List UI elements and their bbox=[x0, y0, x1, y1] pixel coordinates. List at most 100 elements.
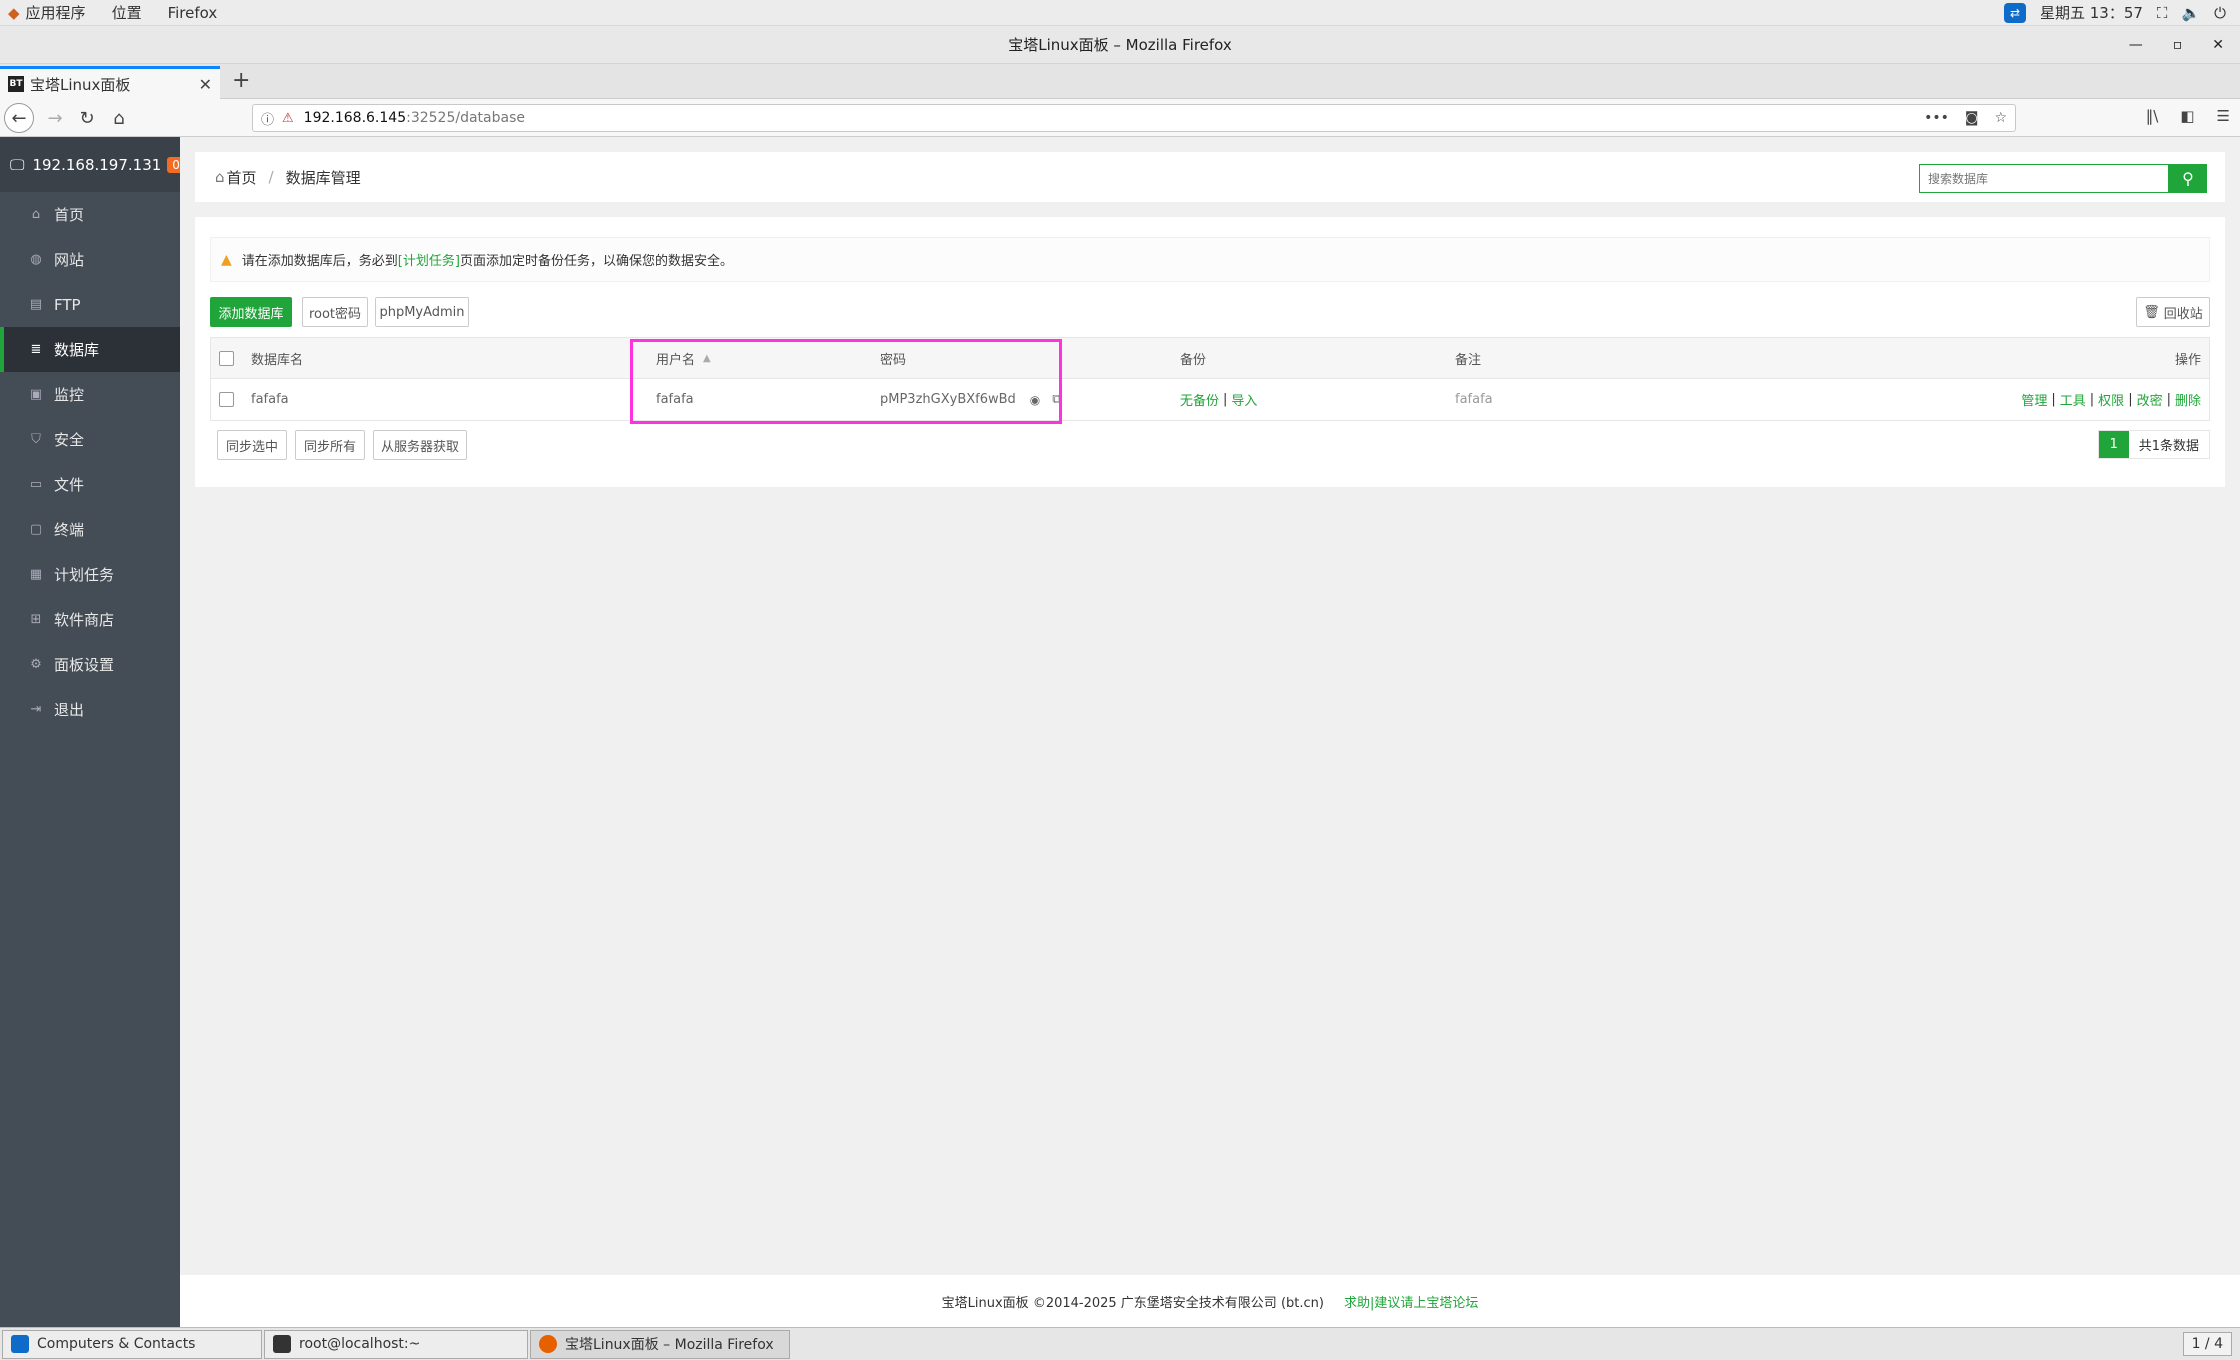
terminal-icon bbox=[273, 1335, 291, 1353]
sidebar-item-settings[interactable]: ⚙ 面板设置 bbox=[0, 642, 180, 687]
url-path: :32525/database bbox=[406, 110, 525, 126]
maximize-icon[interactable]: ▫ bbox=[2173, 37, 2183, 53]
folder-icon: ▭ bbox=[29, 477, 43, 492]
op-delete[interactable]: 删除 bbox=[2175, 390, 2201, 409]
footer-help-link[interactable]: 求助|建议请上宝塔论坛 bbox=[1344, 1292, 1478, 1311]
select-all-checkbox[interactable] bbox=[219, 351, 234, 366]
search-button[interactable]: ⚲ bbox=[2169, 164, 2207, 193]
back-icon[interactable]: ← bbox=[4, 103, 34, 133]
system-top-bar: ◆ 应用程序 位置 Firefox ⇄ 星期五 13：57 ⛶ 🔈 ⏻ bbox=[0, 0, 2240, 26]
root-password-button[interactable]: root密码 bbox=[302, 297, 368, 327]
sidebar-item-security[interactable]: ⛉ 安全 bbox=[0, 417, 180, 462]
sidebar-item-cron[interactable]: ▦ 计划任务 bbox=[0, 552, 180, 597]
more-icon[interactable]: ••• bbox=[1924, 110, 1949, 126]
sync-selected-button[interactable]: 同步选中 bbox=[217, 430, 287, 460]
pagination: 1 共1条数据 bbox=[2097, 430, 2210, 459]
globe-icon: ◍ bbox=[30, 252, 42, 267]
op-tools[interactable]: 工具 bbox=[2060, 390, 2086, 409]
power-icon[interactable]: ⏻ bbox=[2214, 4, 2226, 22]
fetch-from-server-button[interactable]: 从服务器获取 bbox=[373, 430, 467, 460]
op-manage[interactable]: 管理 bbox=[2021, 390, 2047, 409]
search-input[interactable] bbox=[1919, 164, 2169, 193]
phpmyadmin-button[interactable]: phpMyAdmin bbox=[375, 297, 469, 327]
eye-icon[interactable]: ◉ bbox=[1030, 393, 1040, 407]
forward-icon[interactable]: → bbox=[40, 103, 70, 133]
sidebar-item-database[interactable]: ≣ 数据库 bbox=[0, 327, 180, 372]
home-icon[interactable]: ⌂ bbox=[104, 103, 134, 133]
sidebar-item-ftp[interactable]: ▤ FTP bbox=[0, 282, 180, 327]
import-link[interactable]: 导入 bbox=[1231, 390, 1257, 409]
header-db-name[interactable]: 数据库名 bbox=[251, 338, 303, 379]
clock[interactable]: 星期五 13：57 bbox=[2040, 2, 2143, 23]
breadcrumb-home[interactable]: 首页 bbox=[227, 167, 257, 188]
database-search: ⚲ bbox=[1919, 164, 2207, 193]
header-password: 密码 bbox=[880, 353, 907, 368]
monitor-screen-icon: 🖵 bbox=[10, 155, 25, 174]
workspace-indicator[interactable]: 1 / 4 bbox=[2182, 1332, 2232, 1356]
sidebar-item-terminal[interactable]: ▢ 终端 bbox=[0, 507, 180, 552]
table-header: 数据库名 用户名 ▲ 密码 备份 备注 操作 bbox=[211, 338, 2209, 379]
teamviewer-icon[interactable]: ⇄ bbox=[2003, 2, 2026, 23]
new-tab-icon[interactable]: + bbox=[232, 68, 250, 93]
trash-icon: 🗑 bbox=[2143, 304, 2160, 320]
url-bar[interactable]: ⓘ ⚠ 192.168.6.145 :32525/database ••• ◙ … bbox=[252, 104, 2016, 132]
db-note[interactable]: fafafa bbox=[1455, 379, 1493, 420]
cron-link[interactable]: [计划任务] bbox=[398, 250, 460, 269]
table-row: fafafa fafafa pMP3zhGXyBXf6wBd ◉ ⧉ 无备份 |… bbox=[211, 379, 2209, 420]
close-tab-icon[interactable]: ✕ bbox=[199, 75, 212, 94]
page-footer: 宝塔Linux面板 ©2014-2025 广东堡塔安全技术有限公司 (bt.cn… bbox=[180, 1275, 2240, 1327]
shield-icon: ⛉ bbox=[31, 432, 41, 447]
ftp-icon: ▤ bbox=[29, 297, 43, 312]
total-count: 共1条数据 bbox=[2138, 439, 2199, 454]
sidebar-toggle-icon[interactable]: ◧ bbox=[2180, 107, 2194, 125]
sidebar-item-files[interactable]: ▭ 文件 bbox=[0, 462, 180, 507]
server-ip: 192.168.197.131 bbox=[32, 155, 162, 174]
calendar-icon: ▦ bbox=[29, 567, 43, 582]
breadcrumb: ⌂ 首页 / 数据库管理 ⚲ bbox=[195, 152, 2225, 202]
footer-copyright: 宝塔Linux面板 ©2014-2025 广东堡塔安全技术有限公司 (bt.cn… bbox=[941, 1295, 1324, 1311]
info-icon[interactable]: ⓘ bbox=[261, 109, 274, 128]
volume-icon[interactable]: 🔈 bbox=[2181, 4, 2200, 22]
op-change-password[interactable]: 改密 bbox=[2137, 390, 2163, 409]
sidebar-item-store[interactable]: ⊞ 软件商店 bbox=[0, 597, 180, 642]
menu-applications[interactable]: ◆ 应用程序 bbox=[0, 2, 99, 23]
no-backup-link[interactable]: 无备份 bbox=[1180, 390, 1219, 409]
copy-icon[interactable]: ⧉ bbox=[1052, 392, 1061, 407]
minimize-icon[interactable]: — bbox=[2129, 37, 2143, 53]
hamburger-menu-icon[interactable]: ☰ bbox=[2217, 107, 2230, 125]
terminal-icon: ▢ bbox=[29, 522, 43, 537]
menu-firefox[interactable]: Firefox bbox=[155, 4, 231, 22]
menu-places[interactable]: 位置 bbox=[99, 2, 155, 23]
db-name[interactable]: fafafa bbox=[251, 379, 289, 420]
library-icon[interactable]: ‖\ bbox=[2146, 107, 2159, 125]
close-window-icon[interactable]: ✕ bbox=[2212, 37, 2224, 53]
task-terminal[interactable]: root@localhost:~ bbox=[264, 1329, 528, 1359]
browser-tab[interactable]: BT 宝塔Linux面板 ✕ bbox=[0, 66, 220, 99]
bt-favicon-icon: BT bbox=[8, 76, 24, 92]
op-permissions[interactable]: 权限 bbox=[2098, 390, 2124, 409]
apps-icon: ◆ bbox=[8, 4, 20, 22]
url-host: 192.168.6.145 bbox=[303, 110, 407, 126]
row-checkbox[interactable] bbox=[219, 392, 234, 407]
sort-asc-icon: ▲ bbox=[703, 353, 711, 364]
task-teamviewer[interactable]: Computers & Contacts bbox=[2, 1329, 262, 1359]
tab-title: 宝塔Linux面板 bbox=[30, 75, 131, 94]
add-database-button[interactable]: 添加数据库 bbox=[210, 297, 292, 327]
page-1[interactable]: 1 bbox=[2098, 431, 2129, 458]
bookmark-star-icon[interactable]: ☆ bbox=[1994, 110, 2007, 126]
sync-all-button[interactable]: 同步所有 bbox=[295, 430, 365, 460]
pocket-icon[interactable]: ◙ bbox=[1965, 110, 1979, 126]
recycle-bin-button[interactable]: 🗑 回收站 bbox=[2136, 297, 2210, 327]
task-firefox[interactable]: 宝塔Linux面板 – Mozilla Firefox bbox=[530, 1329, 790, 1359]
network-icon[interactable]: ⛶ bbox=[2157, 4, 2168, 22]
sidebar-item-monitor[interactable]: ▣ 监控 bbox=[0, 372, 180, 417]
header-username[interactable]: 用户名 ▲ bbox=[656, 338, 711, 379]
sidebar-item-home[interactable]: ⌂ 首页 bbox=[0, 192, 180, 237]
server-host[interactable]: 🖵 192.168.197.131 0 bbox=[0, 137, 185, 192]
sidebar-item-logout[interactable]: ⇥ 退出 bbox=[0, 687, 180, 732]
reload-icon[interactable]: ↻ bbox=[72, 103, 102, 133]
sidebar-item-website[interactable]: ◍ 网站 bbox=[0, 237, 180, 282]
insecure-lock-icon[interactable]: ⚠ bbox=[282, 111, 294, 126]
header-backup: 备份 bbox=[1180, 353, 1207, 368]
main-content: ⌂ 首页 / 数据库管理 ⚲ ▲ 请在添加数据库后，务必到[计划任务]页面添加定… bbox=[180, 137, 2240, 1327]
